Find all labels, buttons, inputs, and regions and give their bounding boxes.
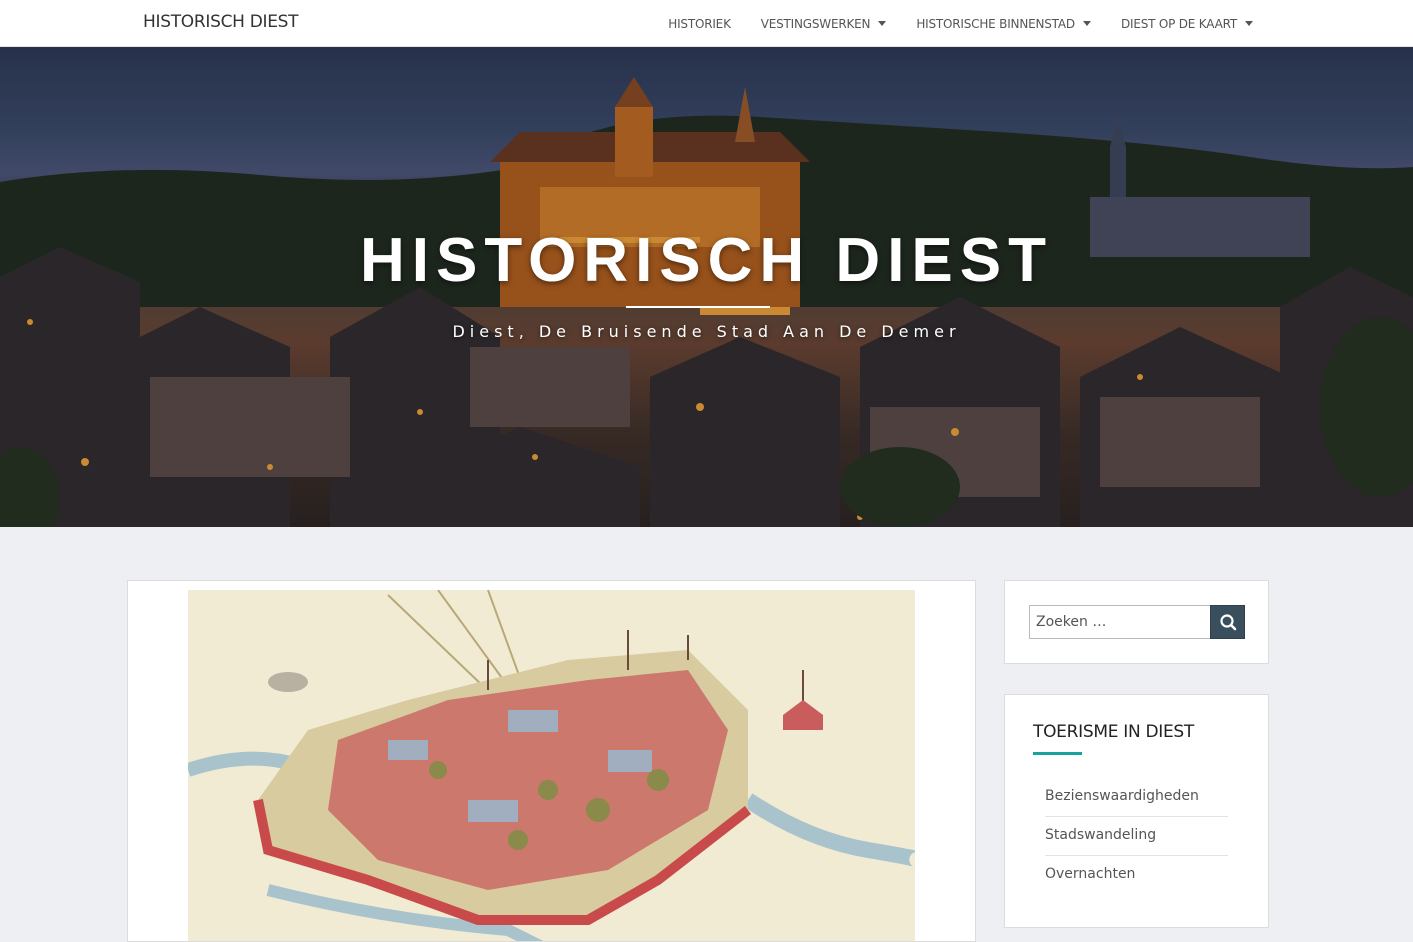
- main-nav: HISTORIEK VESTINGSWERKEN HISTORISCHE BIN…: [638, 0, 1253, 47]
- nav-item-historische-binnenstad[interactable]: HISTORISCHE BINNENSTAD: [916, 17, 1091, 31]
- search-button[interactable]: [1210, 605, 1245, 639]
- caret-down-icon: [1082, 21, 1091, 26]
- site-brand[interactable]: HISTORISCH DIEST: [143, 12, 299, 32]
- nav-label: DIEST OP DE KAART: [1120, 16, 1237, 31]
- toerisme-widget: TOERISME IN DIEST Bezienswaardigheden St…: [1004, 694, 1269, 928]
- hero-banner: HISTORISCH DIEST Diest, De Bruisende Sta…: [0, 47, 1413, 527]
- caret-down-icon: [1245, 21, 1253, 26]
- nav-item-vestingswerken[interactable]: VESTINGSWERKEN: [761, 17, 887, 31]
- hero-divider: [626, 306, 770, 308]
- nav-label: HISTORISCHE BINNENSTAD: [916, 16, 1075, 31]
- hero-subtitle: Diest, De Bruisende Stad Aan De Demer: [452, 322, 961, 341]
- hero-title: HISTORISCH DIEST: [359, 226, 1054, 295]
- toerisme-list: Bezienswaardigheden Stadswandeling Overn…: [1045, 778, 1228, 895]
- nav-label: HISTORIEK: [668, 16, 731, 31]
- search-input[interactable]: [1029, 605, 1210, 639]
- list-item-bezienswaardigheden[interactable]: Bezienswaardigheden: [1045, 778, 1228, 817]
- widget-title-underline: [1033, 752, 1082, 755]
- nav-item-diest-op-de-kaart[interactable]: DIEST OP DE KAART: [1121, 17, 1253, 31]
- caret-down-icon: [878, 21, 887, 26]
- widget-title: TOERISME IN DIEST: [1033, 722, 1194, 742]
- search-widget: [1004, 580, 1269, 664]
- nav-item-historiek[interactable]: HISTORIEK: [668, 16, 731, 31]
- list-item-overnachten[interactable]: Overnachten: [1045, 856, 1228, 895]
- top-navbar: HISTORISCH DIEST HISTORIEK VESTINGSWERKE…: [0, 0, 1413, 47]
- list-item-stadswandeling[interactable]: Stadswandeling: [1045, 817, 1228, 856]
- nav-label: VESTINGSWERKEN: [760, 16, 871, 31]
- post-card: [127, 580, 976, 942]
- search-icon: [1220, 614, 1237, 631]
- historic-map-image[interactable]: [188, 590, 915, 941]
